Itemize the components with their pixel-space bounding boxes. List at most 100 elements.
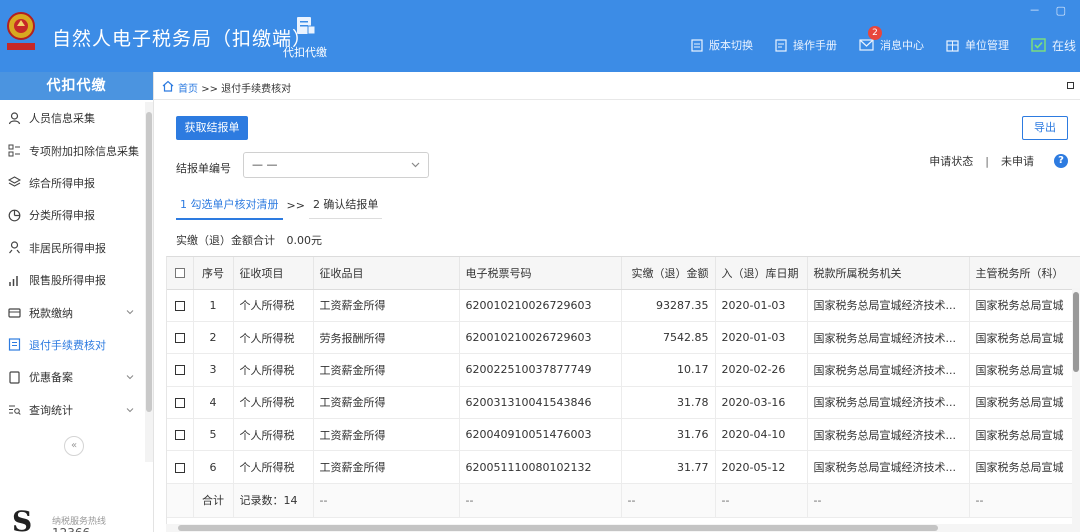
sidebar-item-label: 限售股所得申报: [29, 274, 106, 288]
version-switch-button[interactable]: 版本切换: [691, 37, 753, 53]
manual-button[interactable]: 操作手册: [775, 37, 837, 53]
row-select-cell[interactable]: [167, 289, 194, 322]
column-header: 征收品目: [313, 257, 460, 290]
person-outline-icon: [9, 241, 20, 254]
cell-date: 2020-04-10: [715, 418, 808, 452]
row-checkbox[interactable]: [174, 300, 185, 311]
vertical-scroll-thumb[interactable]: [1073, 292, 1079, 372]
table-header-row: 序号 征收项目 征收品目 电子税票号码 实缴（退）金额 入（退）库日期 税款所属…: [167, 257, 1080, 290]
tab-step-select-ledger[interactable]: 1 勾选单户核对清册: [176, 196, 283, 220]
horizontal-scroll-thumb[interactable]: [178, 525, 938, 531]
online-check-icon: [1031, 38, 1046, 52]
sidebar-item-restricted-shares[interactable]: 限售股所得申报: [0, 264, 146, 296]
sidebar-item-fee-refund-check[interactable]: 退付手续费核对: [0, 329, 146, 361]
table-row[interactable]: 3 个人所得税 工资薪金所得 620022510037877749 10.17 …: [167, 353, 1080, 387]
module-label: 代扣代缴: [283, 46, 327, 59]
cell-authority: 国家税务总局宣城经济技术...: [807, 289, 970, 322]
cell-office: 国家税务总局宣城: [969, 450, 1080, 484]
select-all-checkbox[interactable]: [174, 268, 185, 279]
summary-label: 实缴（退）金额合计: [176, 234, 275, 247]
home-icon[interactable]: [162, 80, 174, 92]
select-all-cell[interactable]: [167, 257, 194, 290]
table-row[interactable]: 2 个人所得税 劳务报酬所得 620010210026729603 7542.8…: [167, 321, 1080, 355]
cell-date: 2020-01-03: [715, 321, 808, 355]
collapse-sidebar-button[interactable]: «: [64, 436, 84, 456]
cell-category: 劳务报酬所得: [313, 321, 460, 355]
cell-no: 5: [193, 418, 234, 452]
table-total-row: 合计 记录数：14 -- -- -- -- -- --: [167, 483, 1080, 518]
online-status[interactable]: 在线: [1031, 37, 1076, 54]
row-select-cell[interactable]: [167, 418, 194, 452]
cell-date: 2020-01-03: [715, 289, 808, 322]
cell-item: 个人所得税: [233, 386, 314, 420]
application-status: 申请状态 | 未申请 ?: [929, 152, 1068, 170]
cell-office: 国家税务总局宣城: [969, 353, 1080, 387]
tax-emblem-logo: [7, 12, 35, 50]
total-placeholder: --: [807, 483, 970, 518]
cell-ticket: 620040910051476003: [459, 418, 622, 452]
sidebar-item-person-info[interactable]: 人员信息采集: [0, 102, 146, 134]
row-select-cell[interactable]: [167, 353, 194, 387]
export-button[interactable]: 导出: [1022, 116, 1068, 140]
maximize-icon[interactable]: [1067, 82, 1074, 89]
row-checkbox[interactable]: [174, 333, 185, 344]
unit-management-button[interactable]: 单位管理: [946, 37, 1009, 53]
chevron-down-icon: [126, 310, 134, 315]
cell-amount: 10.17: [621, 353, 716, 387]
sidebar-item-comprehensive-income[interactable]: 综合所得申报: [0, 167, 146, 199]
sidebar-item-preferential-filing[interactable]: 优惠备案: [0, 361, 146, 393]
sidebar-scrollbar[interactable]: [145, 102, 153, 462]
cell-amount: 7542.85: [621, 321, 716, 355]
sidebar-item-classified-income[interactable]: 分类所得申报: [0, 199, 146, 231]
table-row[interactable]: 4 个人所得税 工资薪金所得 620031310041543846 31.78 …: [167, 386, 1080, 420]
table-row[interactable]: 1 个人所得税 工资薪金所得 620010210026729603 93287.…: [167, 289, 1080, 322]
fetch-report-button[interactable]: 获取结报单: [176, 116, 248, 140]
unit-management-label: 单位管理: [964, 39, 1009, 52]
sidebar-item-label: 优惠备案: [29, 371, 73, 385]
row-checkbox[interactable]: [174, 397, 185, 408]
row-checkbox[interactable]: [174, 462, 185, 473]
manual-icon: [775, 38, 787, 52]
cell-ticket: 620031310041543846: [459, 386, 622, 420]
hotline-number: 12366: [52, 526, 90, 532]
document-icon: [691, 38, 703, 52]
module-withholding[interactable]: 代扣代缴: [272, 16, 338, 60]
cell-authority: 国家税务总局宣城经济技术...: [807, 450, 970, 484]
sidebar-scroll-thumb[interactable]: [146, 112, 152, 412]
cell-item: 个人所得税: [233, 353, 314, 387]
breadcrumb-current: 退付手续费核对: [221, 84, 292, 95]
table-row[interactable]: 5 个人所得税 工资薪金所得 620040910051476003 31.76 …: [167, 418, 1080, 452]
row-checkbox[interactable]: [174, 365, 185, 376]
cell-office: 国家税务总局宣城: [969, 289, 1080, 322]
cell-ticket: 620010210026729603: [459, 289, 622, 322]
sidebar-item-query-statistics[interactable]: 查询统计: [0, 394, 146, 426]
table-row[interactable]: 6 个人所得税 工资薪金所得 620051110080102132 31.77 …: [167, 450, 1080, 484]
sidebar: 代扣代缴 人员信息采集 专项附加扣除信息采集 综合所得申报 分类所得申报 非居民…: [0, 72, 154, 532]
cell-authority: 国家税务总局宣城经济技术...: [807, 353, 970, 387]
sidebar-item-nonresident-income[interactable]: 非居民所得申报: [0, 232, 146, 264]
row-select-cell[interactable]: [167, 450, 194, 484]
pie-icon: [8, 209, 21, 222]
wallet-icon: [8, 308, 21, 318]
row-checkbox[interactable]: [174, 430, 185, 441]
table-vertical-scrollbar[interactable]: [1072, 288, 1080, 524]
total-placeholder: --: [621, 483, 716, 518]
cell-date: 2020-03-16: [715, 386, 808, 420]
sidebar-item-special-deduction[interactable]: 专项附加扣除信息采集: [0, 134, 146, 166]
breadcrumb-home-link[interactable]: 首页: [178, 84, 198, 95]
row-select-cell[interactable]: [167, 321, 194, 355]
refund-table: 序号 征收项目 征收品目 电子税票号码 实缴（退）金额 入（退）库日期 税款所属…: [166, 256, 1080, 524]
chevron-down-icon: [411, 162, 420, 168]
status-separator: |: [985, 154, 989, 168]
tab-step-confirm-report[interactable]: 2 确认结报单: [308, 196, 383, 219]
table-horizontal-scrollbar[interactable]: [166, 524, 1080, 532]
help-icon[interactable]: ?: [1054, 154, 1068, 168]
window-controls[interactable]: － ▢: [1029, 2, 1072, 18]
row-select-cell[interactable]: [167, 386, 194, 420]
manual-label: 操作手册: [792, 39, 837, 52]
report-no-select[interactable]: — —: [243, 152, 429, 178]
version-switch-label: 版本切换: [708, 39, 753, 52]
status-label: 申请状态: [929, 155, 974, 168]
sidebar-item-tax-payment[interactable]: 税款缴纳: [0, 296, 146, 328]
message-center-button[interactable]: 2 消息中心: [859, 26, 924, 53]
